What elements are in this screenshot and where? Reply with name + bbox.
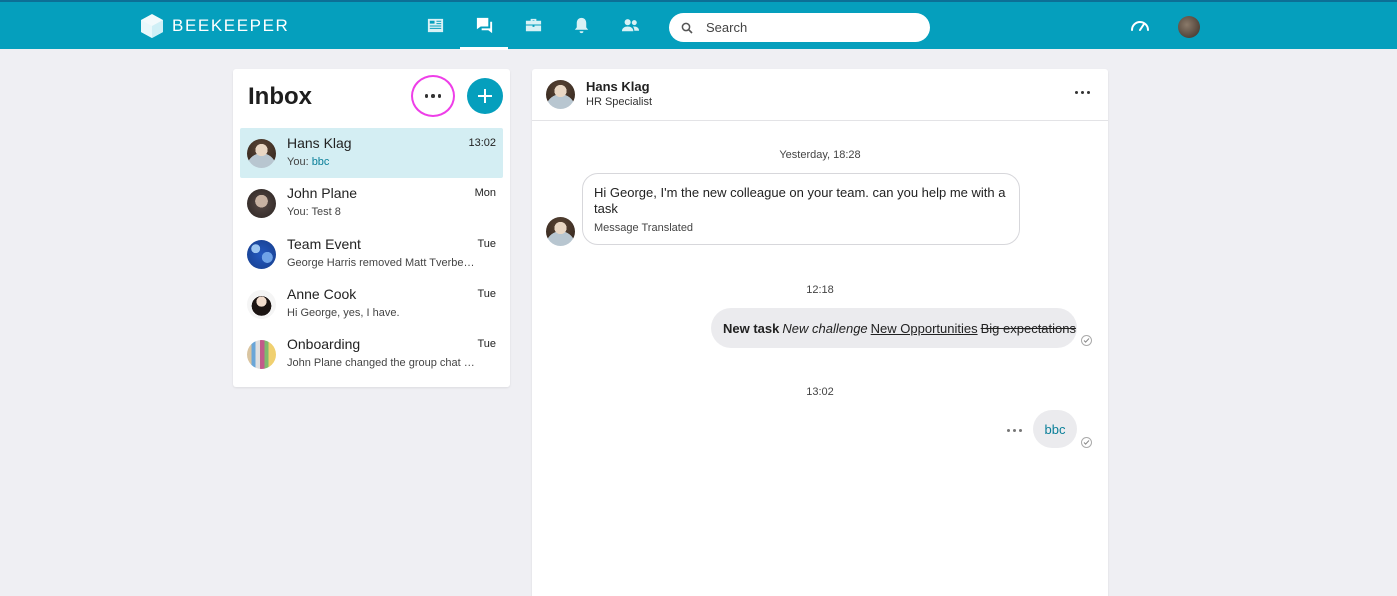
beekeeper-logo-icon [141,14,163,38]
chat-panel: Hans Klag HR Specialist Yesterday, 18:28… [532,69,1108,596]
conversation-time: 13:02 [468,137,496,149]
incoming-message[interactable]: Hi George, I'm the new colleague on your… [582,173,1020,245]
more-dots-icon [424,94,442,98]
conversation-hans-klag[interactable]: Hans Klag 13:02 You: bbc [240,128,503,179]
read-check-icon [1081,335,1092,346]
conversation-name: Hans Klag [287,135,352,151]
user-avatar[interactable] [1178,16,1200,38]
translated-note: Message Translated [594,222,694,234]
toolbox-icon [525,18,541,32]
conversation-time: Mon [474,187,496,200]
conversation-preview: You: Test 8 [287,206,341,219]
message-text: Hi George, I'm the new colleague on your… [594,185,1006,216]
conversation-name: John Plane [287,185,358,202]
conversation-onboarding[interactable]: Onboarding Tue John Plane changed the gr… [240,329,503,379]
underline-text: New Opportunities [870,320,978,336]
conversation-john-plane[interactable]: John Plane Mon You: Test 8 [240,178,503,228]
nav-news[interactable] [411,2,459,49]
italic-text: New challenge [782,320,868,336]
brand-logo[interactable]: BEEKEEPER [141,14,289,38]
people-icon [621,19,639,32]
outgoing-message[interactable]: bbc [1033,410,1077,448]
conversation-preview: You: bbc [287,156,330,168]
plus-icon [478,89,492,103]
chat-more-options-button[interactable] [1071,83,1093,101]
search-bar[interactable] [669,13,930,42]
bell-icon [574,17,588,34]
timestamp-divider: Yesterday, 18:28 [779,149,861,161]
nav-notifications[interactable] [557,2,605,49]
avatar[interactable] [546,80,575,109]
conversation-list: Hans Klag 13:02 You: bbc John Plane Mon … [240,128,503,379]
chat-header: Hans Klag HR Specialist [532,69,1108,121]
inbox-more-options-button[interactable] [411,75,455,117]
conversation-time: Tue [477,237,496,250]
nav-toolbox[interactable] [509,2,557,49]
search-icon [681,22,693,34]
timestamp-divider: 13:02 [806,386,834,398]
chat-contact-role: HR Specialist [586,96,653,108]
conversation-name: Team Event [287,235,361,252]
avatar[interactable] [546,217,575,246]
search-input[interactable] [706,20,906,35]
conversation-time: Tue [477,338,496,351]
conversation-name: Onboarding [287,336,361,353]
chat-contact-name[interactable]: Hans Klag [586,79,650,94]
avatar [247,340,276,370]
message-text: bbc [1044,421,1066,437]
nav-chat[interactable] [460,2,508,50]
more-dots-icon [1006,428,1022,432]
conversation-preview: Hi George, yes, I have. [287,306,400,319]
conversation-time: Tue [477,287,496,300]
inbox-panel: Inbox Hans Klag 13:02 You: bbc John Plan… [233,69,510,387]
conversation-name: Anne Cook [287,285,357,302]
message-more-options-button[interactable] [1003,423,1025,437]
nav-people[interactable] [606,2,654,49]
avatar [247,239,276,269]
avatar [247,189,276,219]
more-dots-icon [1074,90,1090,94]
conversation-anne-cook[interactable]: Anne Cook Tue Hi George, yes, I have. [240,279,503,329]
dashboard-icon[interactable] [1129,15,1151,37]
brand-name: BEEKEEPER [172,16,290,35]
bold-text: New task [723,320,780,336]
avatar [247,139,276,168]
timestamp-divider: 12:18 [806,284,834,296]
news-icon [427,18,443,33]
top-bar: BEEKEEPER [0,0,1397,50]
conversation-team-event[interactable]: Team Event Tue George Harris removed Mat… [240,229,503,279]
conversation-preview: George Harris removed Matt Tverberg from… [287,256,477,269]
inbox-title: Inbox [248,83,312,110]
conversation-preview: John Plane changed the group chat name [287,357,477,370]
chat-icon [476,17,492,34]
outgoing-message[interactable]: New task New challenge New Opportunities… [711,308,1077,348]
new-conversation-button[interactable] [467,78,503,114]
read-check-icon [1081,437,1092,448]
strikethrough-text: Big expectations [980,320,1077,336]
avatar [247,289,276,319]
